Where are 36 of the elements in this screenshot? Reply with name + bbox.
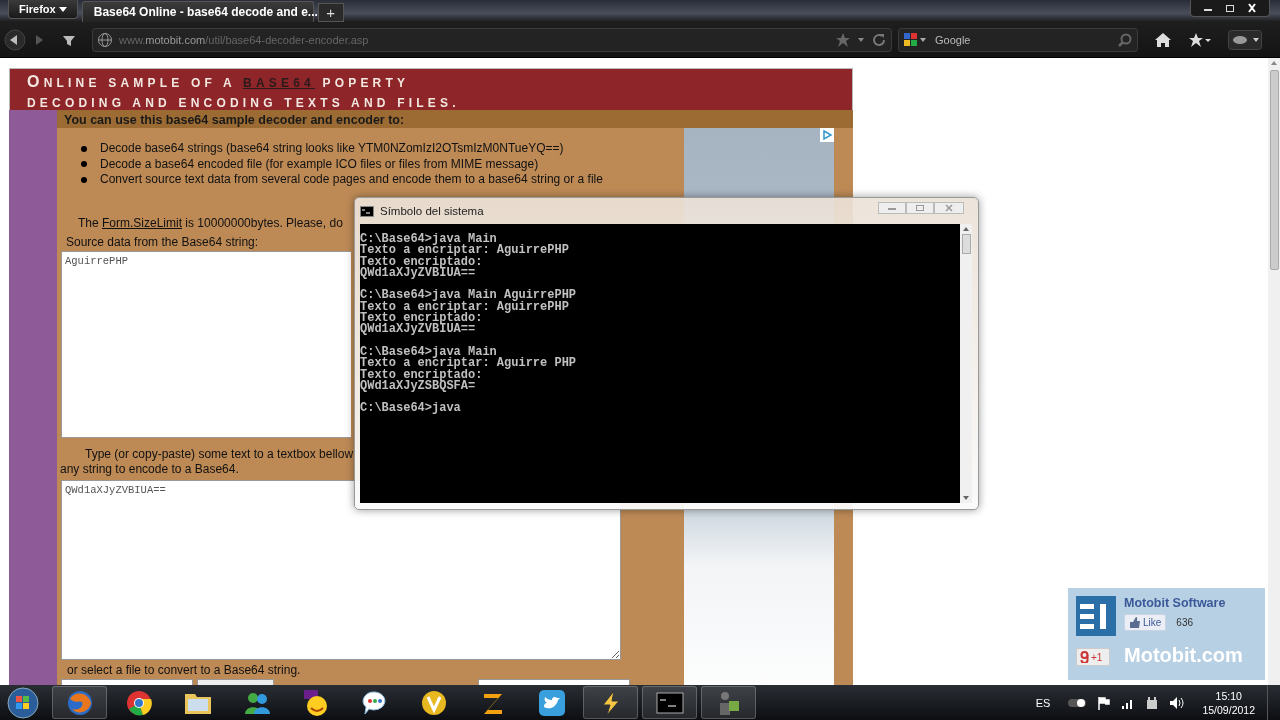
- company-name[interactable]: Motobit Software: [1124, 596, 1265, 610]
- clock-time[interactable]: 15:10: [1215, 688, 1242, 703]
- console-line: Texto encriptado:: [360, 256, 483, 268]
- plus-one-button[interactable]: +1: [1076, 648, 1110, 666]
- console-line: QWd1aXJyZSBQSFA=: [360, 380, 476, 393]
- encode-textarea[interactable]: QWd1aXJyZVBIUA==: [61, 479, 621, 660]
- site-name: Motobit.com: [1124, 644, 1244, 667]
- page-subtitle: DECODING AND ENCODING TEXTS AND FILES.: [27, 95, 461, 112]
- file-label: or select a file to convert to a Base64 string.: [67, 662, 302, 677]
- window-title: Símbolo del sistema: [380, 205, 484, 217]
- console-line: Texto a encriptar: AguirrePHP: [360, 245, 570, 257]
- console-line: Texto a encriptar: Aguirre PHP: [360, 358, 578, 370]
- search-input[interactable]: Google: [933, 32, 1113, 47]
- bullet-text: Decode a base64 encoded file (for example ICO files or files from MIME message): [100, 156, 539, 172]
- form-sizelimit-link[interactable]: Form.SizeLimit: [102, 215, 183, 230]
- like-count: 636: [1176, 617, 1194, 628]
- intro-text: You can use this base64 sample decoder and encoder to:: [64, 113, 405, 127]
- firefox-menu-button[interactable]: Firefox: [8, 0, 78, 19]
- console-line: QWd1aXJyZVBIUA==: [360, 267, 476, 280]
- clock-date[interactable]: 15/09/2012: [1202, 702, 1255, 717]
- console-line: QWd1aXJyZVBIUA==: [360, 324, 476, 336]
- source-textarea[interactable]: AguirrePHP: [61, 250, 351, 438]
- source-label: Source data from the Base64 string:: [66, 234, 259, 249]
- size-limit-text: The Form.SizeLimit is 10000000bytes. Please, do: [78, 215, 343, 230]
- console-line: C:\Base64>java Main AguirrePHP: [360, 290, 578, 302]
- address-field[interactable]: www.motobit.com/util/base64-decoder-encoder.asp: [92, 27, 892, 52]
- type-instruction: Type (or copy-paste) some text to a textbox bellow: [84, 446, 354, 462]
- type-instruction: any string to encode to a Base64.: [60, 461, 240, 477]
- bullet-text: Convert source text data from several code pages and encode them to a base64 string or a file: [100, 172, 603, 188]
- console-line: Texto encriptado:: [360, 369, 483, 381]
- new-tab-button[interactable]: +: [317, 3, 344, 22]
- language-indicator[interactable]: ES: [1035, 696, 1051, 709]
- like-button[interactable]: Like: [1124, 614, 1167, 631]
- console-line: C:\Base64>java: [360, 403, 462, 415]
- bullet-text: Decode base64 strings (base64 string looks like YTM0NZomIzI2OTsmIzM0NTueYQ==): [100, 141, 564, 157]
- search-field[interactable]: Google: [898, 27, 1138, 52]
